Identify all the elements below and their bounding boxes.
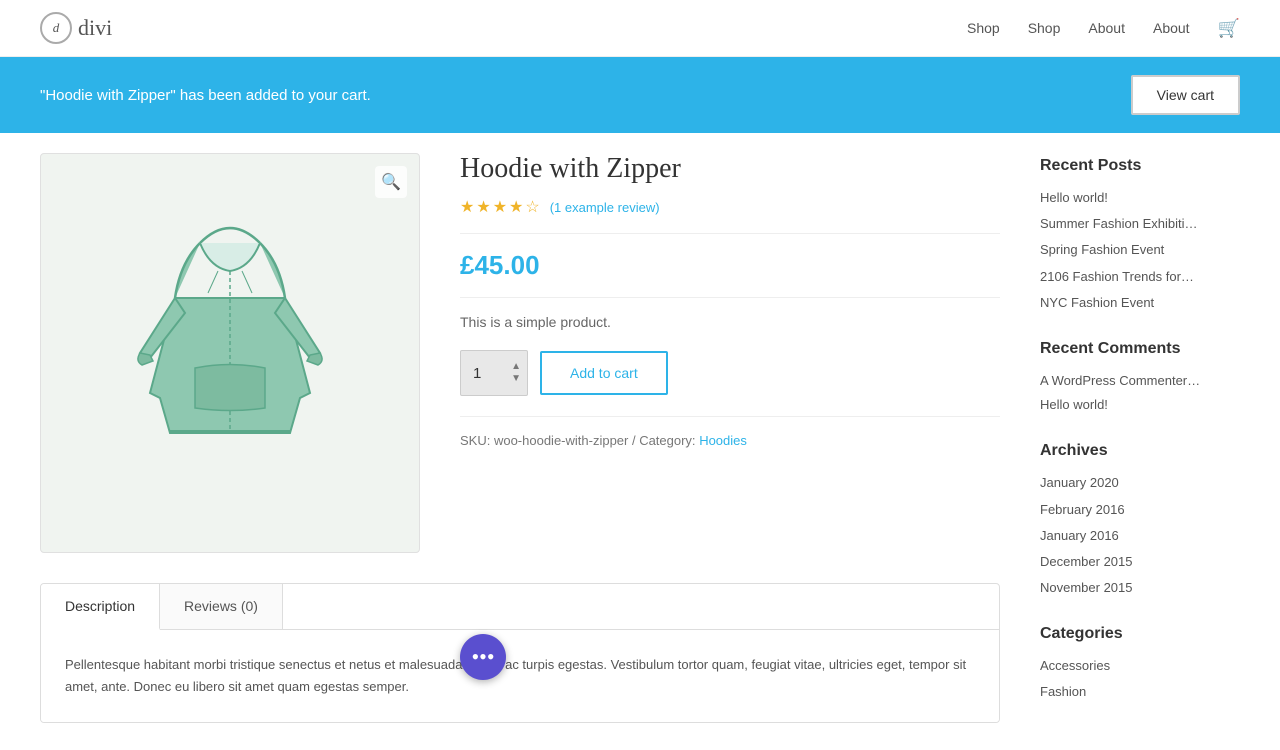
nav-about-2[interactable]: About: [1153, 20, 1190, 36]
logo-icon: d: [40, 12, 72, 44]
floating-action-button[interactable]: •••: [460, 634, 506, 680]
archive-nov-2015[interactable]: November 2015: [1040, 579, 1240, 597]
recent-post-3[interactable]: Spring Fashion Event: [1040, 241, 1240, 259]
recent-posts-heading: Recent Posts: [1040, 157, 1240, 175]
zoom-icon[interactable]: 🔍: [375, 166, 407, 198]
stars: ★★★★☆: [460, 197, 542, 217]
review-link[interactable]: (1 example review): [550, 200, 660, 215]
nav-shop-1[interactable]: Shop: [967, 20, 1000, 36]
quantity-input[interactable]: 1 ▲ ▼: [460, 350, 528, 396]
product-title: Hoodie with Zipper: [460, 153, 1000, 185]
recent-comments-heading: Recent Comments: [1040, 340, 1240, 358]
floating-btn-icon: •••: [471, 646, 494, 668]
archive-jan-2020[interactable]: January 2020: [1040, 474, 1240, 492]
quantity-decrease[interactable]: ▼: [509, 373, 523, 385]
tabs-header: Description Reviews (0): [41, 584, 999, 630]
tabs-section: Description Reviews (0) Pellentesque hab…: [40, 583, 1000, 723]
quantity-controls: ▲ ▼: [509, 361, 523, 385]
sidebar-archives: Archives January 2020 February 2016 Janu…: [1040, 442, 1240, 597]
recent-comment-2: Hello world!: [1040, 396, 1240, 414]
header: d divi Shop Shop About About 🛒: [0, 0, 1280, 57]
recent-post-2[interactable]: Summer Fashion Exhibiti…: [1040, 215, 1240, 233]
logo-letter: d: [53, 20, 60, 36]
main-nav: Shop Shop About About 🛒: [967, 18, 1240, 39]
sidebar-categories: Categories Accessories Fashion: [1040, 625, 1240, 701]
quantity-value: 1: [473, 365, 481, 382]
product-price: £45.00: [460, 250, 1000, 281]
nav-shop-2[interactable]: Shop: [1028, 20, 1061, 36]
product-rating: ★★★★☆ (1 example review): [460, 197, 1000, 217]
recent-post-5[interactable]: NYC Fashion Event: [1040, 294, 1240, 312]
quantity-increase[interactable]: ▲: [509, 361, 523, 373]
sidebar-recent-posts: Recent Posts Hello world! Summer Fashion…: [1040, 157, 1240, 312]
tab-reviews[interactable]: Reviews (0): [160, 584, 283, 629]
product-image-container: 🔍: [40, 153, 420, 553]
notification-message: "Hoodie with Zipper" has been added to y…: [40, 87, 371, 104]
recent-post-1[interactable]: Hello world!: [1040, 189, 1240, 207]
description-text: Pellentesque habitant morbi tristique se…: [65, 654, 975, 698]
product-divider-1: [460, 233, 1000, 234]
add-to-cart-row: 1 ▲ ▼ Add to cart: [460, 350, 1000, 396]
product-image: [120, 213, 340, 493]
product-divider-2: [460, 297, 1000, 298]
product-description: This is a simple product.: [460, 314, 1000, 330]
logo[interactable]: d divi: [40, 12, 112, 44]
recent-comment-1: A WordPress Commenter…: [1040, 372, 1240, 390]
product-meta: SKU: woo-hoodie-with-zipper / Category: …: [460, 433, 1000, 448]
add-to-cart-button[interactable]: Add to cart: [540, 351, 668, 395]
product-category-link[interactable]: Hoodies: [699, 433, 747, 448]
notification-bar: "Hoodie with Zipper" has been added to y…: [0, 57, 1280, 133]
product-section: 🔍: [40, 153, 1000, 553]
category-accessories[interactable]: Accessories: [1040, 657, 1240, 675]
product-info: Hoodie with Zipper ★★★★☆ (1 example revi…: [460, 153, 1000, 553]
tab-description[interactable]: Description: [41, 584, 160, 630]
logo-text: divi: [78, 15, 112, 41]
tabs-content: Pellentesque habitant morbi tristique se…: [41, 630, 999, 722]
categories-heading: Categories: [1040, 625, 1240, 643]
view-cart-button[interactable]: View cart: [1131, 75, 1240, 115]
product-sku: SKU: woo-hoodie-with-zipper / Category:: [460, 433, 696, 448]
recent-post-4[interactable]: 2106 Fashion Trends for…: [1040, 268, 1240, 286]
archive-jan-2016[interactable]: January 2016: [1040, 527, 1240, 545]
archives-heading: Archives: [1040, 442, 1240, 460]
category-fashion[interactable]: Fashion: [1040, 683, 1240, 701]
main-layout: 🔍: [0, 133, 1280, 750]
archive-feb-2016[interactable]: February 2016: [1040, 501, 1240, 519]
content-area: 🔍: [40, 153, 1000, 730]
sidebar-recent-comments: Recent Comments A WordPress Commenter… H…: [1040, 340, 1240, 414]
archive-dec-2015[interactable]: December 2015: [1040, 553, 1240, 571]
nav-about-1[interactable]: About: [1088, 20, 1125, 36]
sidebar: Recent Posts Hello world! Summer Fashion…: [1040, 153, 1240, 730]
cart-icon[interactable]: 🛒: [1218, 18, 1240, 39]
product-divider-3: [460, 416, 1000, 417]
